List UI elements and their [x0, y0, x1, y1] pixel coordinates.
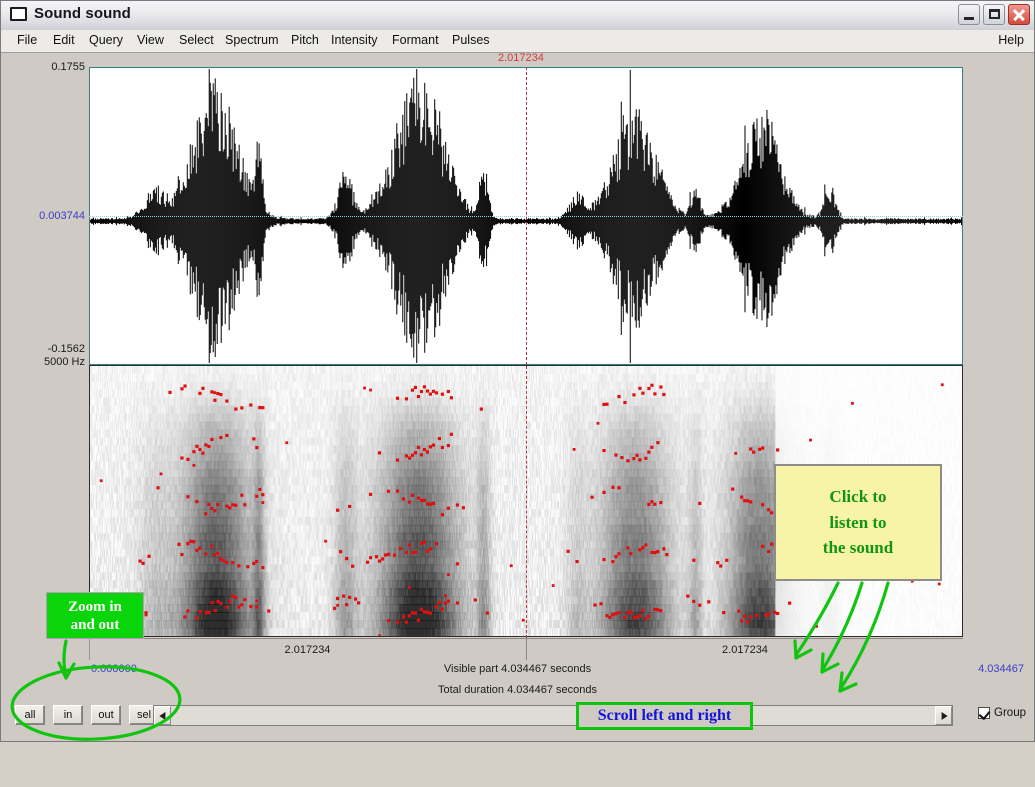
menu-select[interactable]: Select [179, 33, 214, 47]
sound-window-icon [10, 7, 27, 21]
scrollbar-track[interactable] [171, 706, 935, 725]
waveform-max-label: 0.1755 [11, 61, 85, 73]
close-button[interactable] [1008, 4, 1030, 25]
window-frame: Sound sound File Edit Query View Select … [0, 0, 1035, 742]
zoom-in-button[interactable]: in [53, 705, 83, 725]
menu-query[interactable]: Query [89, 33, 123, 47]
scroll-right-arrow-icon[interactable] [935, 706, 952, 725]
menu-edit[interactable]: Edit [53, 33, 75, 47]
annotation-scroll-left-and-right: Scroll left and right [576, 702, 753, 730]
waveform-zero-label: 0.003744 [1, 210, 85, 222]
menu-formant[interactable]: Formant [392, 33, 439, 47]
annotation-zoom-line2: and out [71, 616, 120, 634]
annotation-note-line2: listen to [829, 510, 886, 536]
work-area: 0.1755 0.003744 -0.1562 5000 Hz 2.017234 [1, 52, 1034, 741]
total-duration-label: Total duration 4.034467 seconds [1, 684, 1034, 696]
annotation-click-to-listen: Click to listen to the sound [774, 464, 942, 581]
menu-spectrum[interactable]: Spectrum [225, 33, 279, 47]
total-duration-strip[interactable]: Total duration 4.034467 seconds [1, 681, 1034, 703]
menu-bar: File Edit Query View Select Spectrum Pit… [1, 30, 1034, 53]
spectrogram-cursor-line [526, 366, 527, 638]
spectrogram-max-freq-label: 5000 Hz [11, 356, 85, 368]
zoom-out-button[interactable]: out [91, 705, 121, 725]
window-title: Sound sound [34, 5, 131, 22]
praat-sound-window: Sound sound File Edit Query View Select … [0, 0, 1035, 787]
group-checkbox[interactable]: Group [978, 707, 1026, 721]
annotation-scroll-label: Scroll left and right [598, 707, 731, 725]
menu-intensity[interactable]: Intensity [331, 33, 378, 47]
title-bar: Sound sound [1, 1, 1034, 31]
checkmark-icon [978, 707, 991, 721]
zoom-button-group: all in out sel [15, 705, 159, 725]
menu-view[interactable]: View [137, 33, 164, 47]
menu-file[interactable]: File [17, 33, 37, 47]
menu-help[interactable]: Help [998, 33, 1024, 47]
menu-pitch[interactable]: Pitch [291, 33, 319, 47]
time-label-left: 2.017234 [89, 639, 526, 661]
scroll-left-arrow-icon[interactable] [154, 706, 171, 725]
time-label-right: 2.017234 [527, 639, 963, 661]
waveform-cursor-line [526, 67, 527, 365]
zoom-all-button[interactable]: all [15, 705, 45, 725]
annotation-note-line3: the sound [823, 535, 893, 561]
annotation-note-line1: Click to [829, 484, 886, 510]
window-controls [958, 4, 1030, 25]
menu-pulses[interactable]: Pulses [452, 33, 490, 47]
cursor-time-label: 2.017234 [498, 52, 544, 64]
group-checkbox-box[interactable] [978, 707, 991, 721]
annotation-zoom-line1: Zoom in [68, 598, 122, 616]
bottom-bar: all in out sel Group [1, 701, 1034, 741]
minimize-button[interactable] [958, 4, 980, 25]
end-time-label: 4.034467 [978, 663, 1024, 675]
waveform-min-label: -0.1562 [11, 343, 85, 355]
horizontal-scrollbar[interactable] [153, 705, 953, 726]
group-checkbox-label: Group [994, 707, 1026, 719]
maximize-button[interactable] [983, 4, 1005, 25]
time-axis-strip: 2.017234 2.017234 [89, 638, 963, 662]
annotation-zoom-in-and-out: Zoom in and out [46, 592, 144, 639]
visible-part-label: Visible part 4.034467 seconds [1, 663, 1034, 675]
visible-part-strip[interactable]: 0.000000 Visible part 4.034467 seconds 4… [1, 660, 1034, 682]
